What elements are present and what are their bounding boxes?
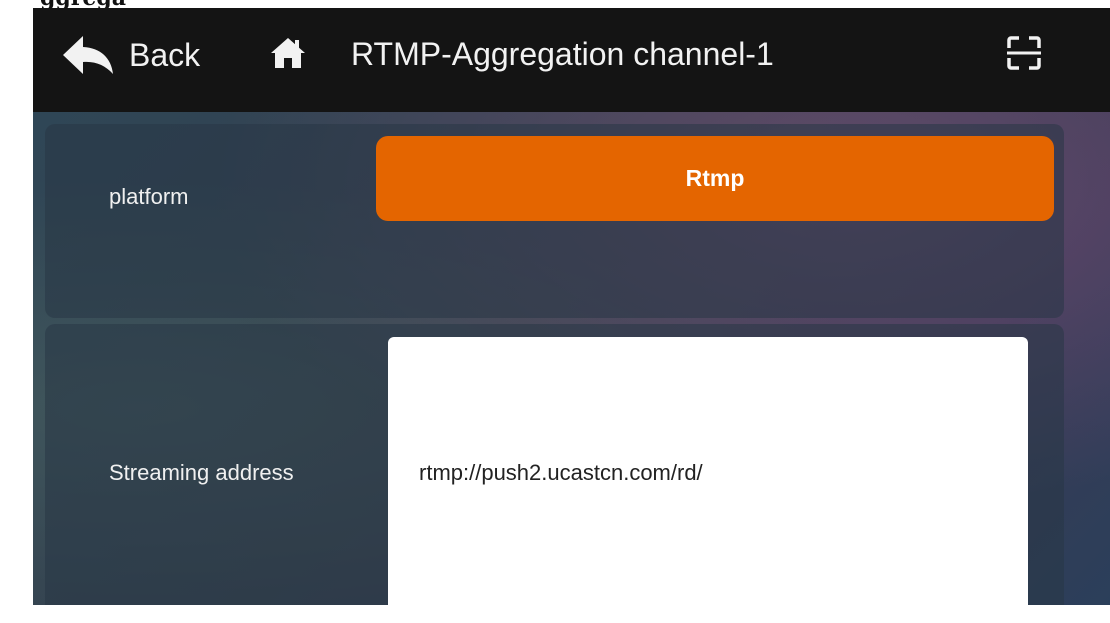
platform-card: platform Rtmp bbox=[45, 124, 1064, 318]
home-icon[interactable] bbox=[269, 35, 307, 71]
streaming-address-value: rtmp://push2.ucastcn.com/rd/ bbox=[419, 460, 703, 485]
clipped-heading: ggrega bbox=[40, 0, 126, 8]
platform-label: platform bbox=[109, 184, 189, 209]
top-clip: ggrega bbox=[0, 0, 1110, 8]
page-title: RTMP-Aggregation channel-1 bbox=[351, 36, 774, 72]
streaming-address-label: Streaming address bbox=[109, 460, 294, 485]
back-arrow-icon bbox=[63, 36, 113, 74]
device-screen: Back RTMP-Aggregation channel-1 platform… bbox=[33, 8, 1110, 605]
back-button[interactable]: Back bbox=[61, 30, 200, 80]
platform-select-button[interactable]: Rtmp bbox=[376, 136, 1054, 221]
back-label: Back bbox=[129, 36, 201, 73]
settings-content: platform Rtmp Streaming address rtmp://p… bbox=[33, 112, 1110, 605]
streaming-card: Streaming address rtmp://push2.ucastcn.c… bbox=[45, 324, 1064, 605]
header-bar: Back RTMP-Aggregation channel-1 bbox=[33, 8, 1110, 112]
scan-icon[interactable] bbox=[1005, 34, 1043, 72]
streaming-address-input[interactable]: rtmp://push2.ucastcn.com/rd/ bbox=[388, 337, 1028, 605]
